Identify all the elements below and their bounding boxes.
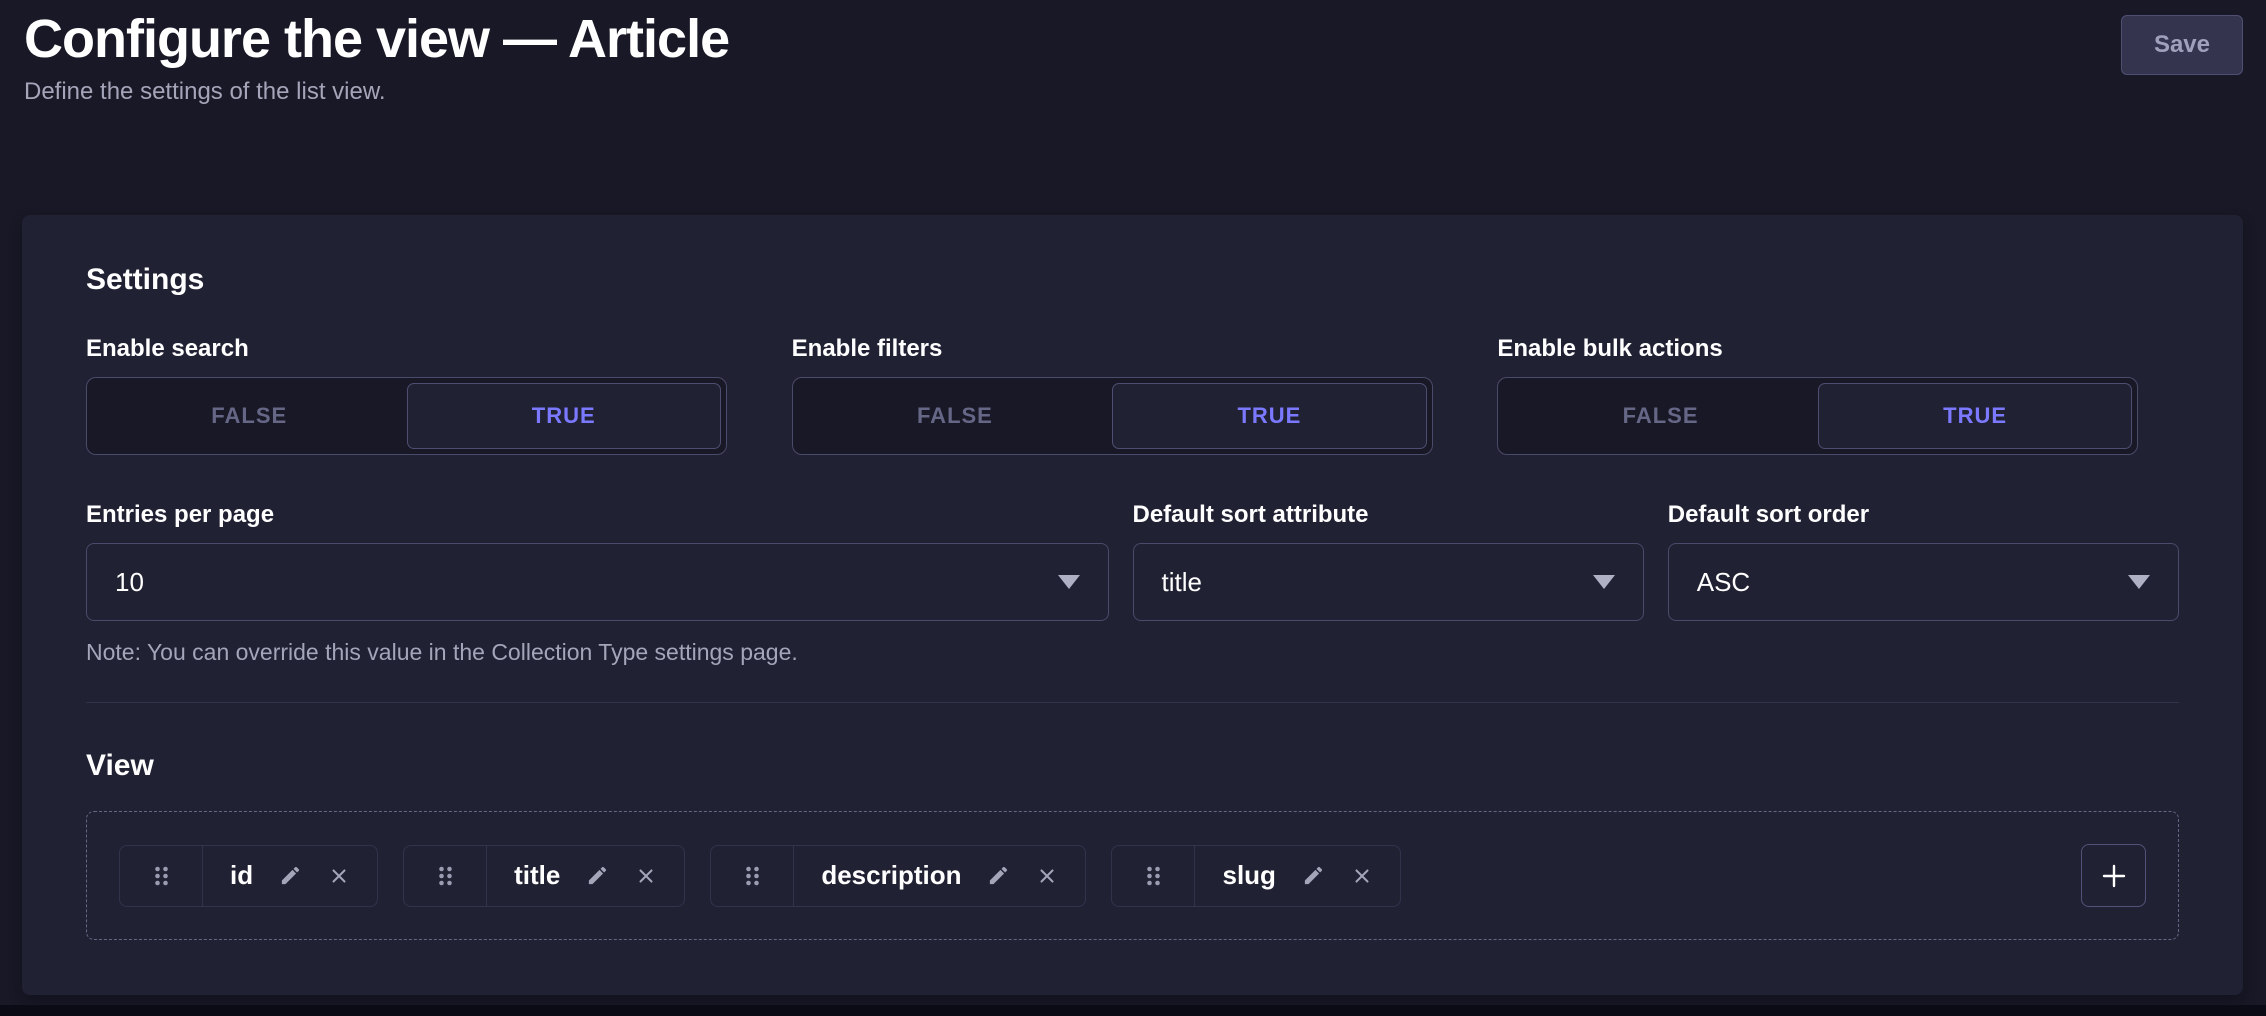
chip-body: slug [1195, 846, 1399, 906]
field-label: Enable bulk actions [1497, 335, 2179, 363]
field-label: Enable search [86, 335, 768, 363]
chip-label: title [514, 860, 560, 891]
toggle-option-true[interactable]: TRUE [1112, 383, 1427, 449]
toggle-option-true[interactable]: TRUE [407, 383, 722, 449]
default-sort-attribute-select[interactable]: title [1133, 543, 1644, 621]
drag-handle[interactable] [711, 846, 794, 906]
default-sort-order-select[interactable]: ASC [1668, 543, 2179, 621]
field-label: Default sort attribute [1133, 501, 1644, 529]
chip-label: slug [1222, 860, 1275, 891]
edit-field-button[interactable] [987, 864, 1010, 887]
chip-body: id [203, 846, 377, 906]
field-entries-per-page: Entries per page 10 Note: You can overri… [86, 501, 1109, 666]
enable-filters-toggle: FALSE TRUE [792, 377, 1433, 455]
drag-handle-icon [153, 864, 170, 888]
window-bottom-edge [0, 1005, 2266, 1016]
add-field-button[interactable] [2081, 844, 2146, 907]
remove-icon [635, 865, 657, 887]
settings-card: Settings Enable search FALSE TRUE Enable… [22, 215, 2243, 995]
remove-icon [1351, 865, 1373, 887]
chevron-down-icon [1593, 575, 1615, 589]
chip-label: description [821, 860, 961, 891]
enable-bulk-actions-toggle: FALSE TRUE [1497, 377, 2138, 455]
remove-field-button[interactable] [1036, 865, 1058, 887]
section-divider [86, 702, 2179, 703]
remove-field-button[interactable] [328, 865, 350, 887]
field-enable-bulk-actions: Enable bulk actions FALSE TRUE [1497, 335, 2179, 455]
chevron-down-icon [1058, 575, 1080, 589]
page-subtitle: Define the settings of the list view. [24, 78, 2243, 106]
drag-handle-icon [1145, 864, 1162, 888]
edit-field-button[interactable] [586, 864, 609, 887]
chip-body: title [487, 846, 684, 906]
toggle-option-false[interactable]: FALSE [798, 383, 1113, 449]
field-chip-slug: slug [1111, 845, 1400, 907]
entries-per-page-select[interactable]: 10 [86, 543, 1109, 621]
drag-handle-icon [437, 864, 454, 888]
drag-handle-icon [744, 864, 761, 888]
field-chip-description: description [710, 845, 1086, 907]
edit-pencil-icon [987, 864, 1010, 887]
drag-handle[interactable] [120, 846, 203, 906]
edit-pencil-icon [1302, 864, 1325, 887]
enable-search-toggle: FALSE TRUE [86, 377, 727, 455]
toggle-option-true[interactable]: TRUE [1818, 383, 2133, 449]
toggle-option-false[interactable]: FALSE [92, 383, 407, 449]
remove-field-button[interactable] [1351, 865, 1373, 887]
edit-field-button[interactable] [279, 864, 302, 887]
remove-field-button[interactable] [635, 865, 657, 887]
plus-icon [2098, 860, 2130, 892]
remove-icon [1036, 865, 1058, 887]
edit-pencil-icon [586, 864, 609, 887]
page-title: Configure the view — Article [24, 8, 2243, 70]
select-value: 10 [115, 567, 144, 598]
chevron-down-icon [2128, 575, 2150, 589]
toggle-option-false[interactable]: FALSE [1503, 383, 1818, 449]
select-value: title [1162, 567, 1202, 598]
edit-pencil-icon [279, 864, 302, 887]
toggle-fields-row: Enable search FALSE TRUE Enable filters … [86, 335, 2179, 455]
drag-handle[interactable] [404, 846, 487, 906]
edit-field-button[interactable] [1302, 864, 1325, 887]
field-default-sort-order: Default sort order ASC [1668, 501, 2179, 666]
settings-section-heading: Settings [86, 263, 2179, 297]
field-default-sort-attribute: Default sort attribute title [1133, 501, 1644, 666]
select-value: ASC [1697, 567, 1750, 598]
field-label: Entries per page [86, 501, 1109, 529]
page-header: Configure the view — Article Define the … [24, 8, 2243, 106]
drag-handle[interactable] [1112, 846, 1195, 906]
field-chip-title: title [403, 845, 685, 907]
field-label: Enable filters [792, 335, 1474, 363]
select-fields-row: Entries per page 10 Note: You can overri… [86, 501, 2179, 666]
field-enable-filters: Enable filters FALSE TRUE [792, 335, 1474, 455]
save-button[interactable]: Save [2121, 15, 2243, 75]
field-label: Default sort order [1668, 501, 2179, 529]
chip-label: id [230, 860, 253, 891]
view-section-heading: View [86, 749, 2179, 783]
field-chip-id: id [119, 845, 378, 907]
remove-icon [328, 865, 350, 887]
field-enable-search: Enable search FALSE TRUE [86, 335, 768, 455]
chip-body: description [794, 846, 1085, 906]
entries-per-page-hint: Note: You can override this value in the… [86, 639, 1109, 666]
view-fields-dropzone: id title [86, 811, 2179, 940]
